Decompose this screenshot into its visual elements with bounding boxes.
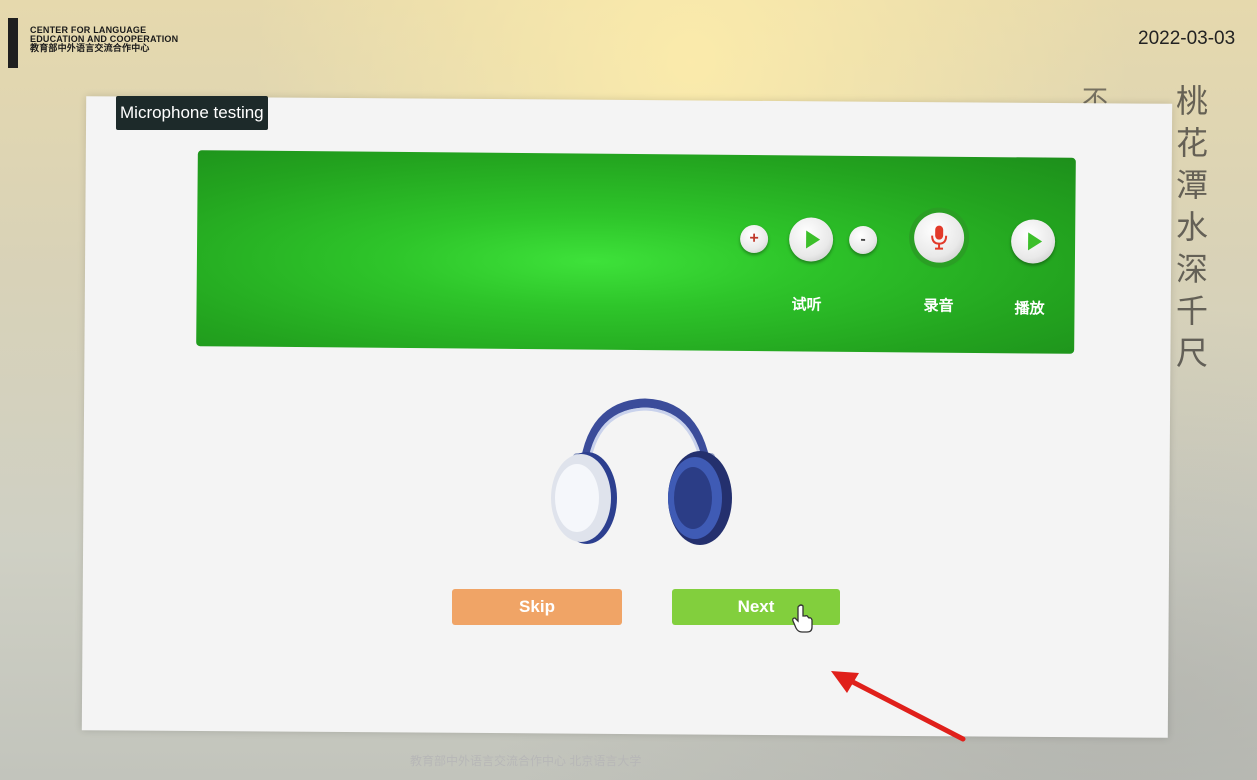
listen-label: 试听 [791, 296, 822, 314]
play-label: 播放 [1014, 300, 1045, 318]
playback-button[interactable] [1010, 219, 1056, 264]
poem-char: 水 [1175, 208, 1208, 246]
hand-cursor-icon [792, 604, 813, 633]
record-button[interactable] [913, 212, 965, 263]
audio-control-panel: + - 试听 录音 播放 [196, 150, 1076, 354]
poem-char: 桃 [1175, 82, 1208, 120]
volume-up-button[interactable]: + [739, 224, 769, 254]
dialog-title: Microphone testing [116, 96, 268, 130]
microphone-icon [931, 225, 948, 250]
record-label: 录音 [923, 297, 954, 315]
play-icon [806, 230, 821, 249]
volume-down-button[interactable]: - [848, 225, 878, 255]
org-line-3: 教育部中外语言交流合作中心 [30, 43, 150, 53]
poem-char: 潭 [1175, 166, 1208, 204]
volume-down-icon: - [860, 230, 866, 249]
play-icon [1028, 232, 1043, 251]
poem-char: 深 [1175, 250, 1208, 288]
org-logo: CENTER FOR LANGUAGE EDUCATION AND COOPER… [30, 26, 178, 53]
poem-char: 花 [1175, 124, 1208, 162]
volume-up-icon: + [749, 229, 759, 248]
red-arrow-annotation [831, 671, 966, 742]
poem-char: 千 [1175, 292, 1208, 330]
logo-mark [8, 18, 18, 68]
headphones-icon [551, 398, 732, 545]
footer-text: 教育部中外语言交流合作中心 北京语言大学 [410, 754, 642, 768]
date-display: 2022-03-03 [1138, 28, 1236, 49]
skip-button[interactable]: Skip [452, 589, 622, 625]
listen-play-button[interactable] [788, 217, 834, 262]
next-button[interactable]: Next [672, 589, 840, 625]
poem-column: 桃 花 潭 水 深 千 尺 [1172, 80, 1212, 374]
poem-char: 尺 [1175, 334, 1208, 372]
